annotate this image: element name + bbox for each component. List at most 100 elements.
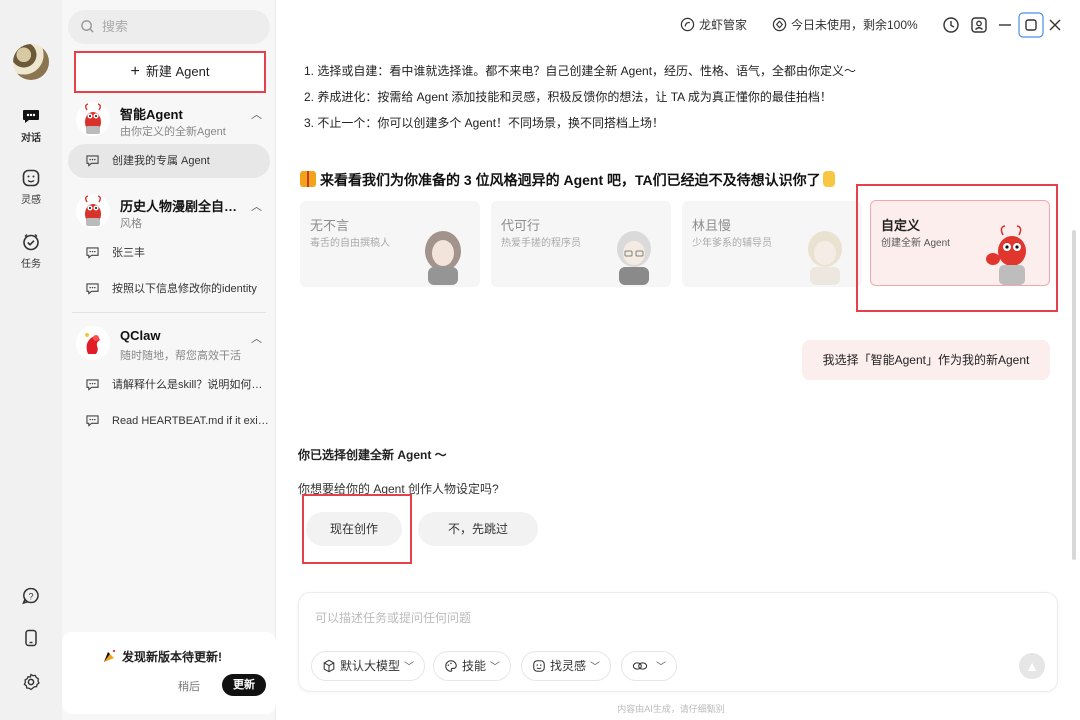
top-bar: 龙虾管家 今日未使用，剩余100%: [276, 0, 1080, 50]
user-badge-icon[interactable]: [968, 14, 990, 36]
agents-heading: 来看看我们为你准备的 3 位风格迥异的 Agent 吧，TA们已经迫不及待想认识…: [300, 170, 835, 190]
chevron-down-icon: ﹀: [590, 662, 601, 673]
party-horn-icon: [104, 649, 116, 662]
diamond-icon: [772, 17, 787, 32]
intro-item: 3. 不止一个：你可以创建多个 Agent！不同场景，换不同搭档上场！: [304, 116, 665, 130]
agent-card-name: 无不言: [310, 218, 350, 233]
message-composer[interactable]: 可以描述任务或提问任何问题 默认大模型 ﹀ 技能 ﹀ 找灵感 ﹀ ﹀ ▲: [298, 592, 1058, 692]
scrollbar[interactable]: [1072, 230, 1076, 560]
chevron-up-icon[interactable]: ︿: [251, 330, 262, 346]
check-circle-icon: [23, 234, 39, 251]
skills-select[interactable]: 技能 ﹀: [433, 651, 512, 681]
rail-label-tasks: 任务: [21, 259, 41, 270]
divider: [72, 312, 266, 313]
plus-icon: +: [130, 63, 140, 80]
skills-label: 技能: [462, 659, 487, 673]
update-card: 发现新版本待更新! 稍后 更新: [62, 632, 276, 714]
agent-group-name: 智能Agent: [120, 107, 183, 122]
chat-icon: [86, 415, 99, 427]
chat-bubble-icon: [23, 110, 39, 123]
chat-icon: [86, 379, 99, 391]
agent-portrait: [617, 231, 651, 285]
agent-group-smart: 智能Agent 由你定义的全新Agent ︿ 创建我的专属 Agent: [62, 98, 276, 180]
inspiration-select[interactable]: 找灵感 ﹀: [521, 651, 612, 681]
conversation-item[interactable]: 按照以下信息修改你的identity: [68, 272, 270, 306]
chevron-up-icon[interactable]: ︿: [251, 198, 262, 214]
agent-group-name: 历史人物漫剧全自动生成助手: [120, 199, 246, 214]
agent-card-desc: 毒舌的自由撰稿人: [310, 238, 390, 249]
conversation-item[interactable]: Read HEARTBEAT.md if it exists: [68, 404, 270, 438]
close-icon[interactable]: [1044, 14, 1066, 36]
user-avatar[interactable]: [13, 44, 49, 80]
agent-card-daikexing[interactable]: 代可行 热爱手搓的程序员: [491, 201, 671, 287]
skip-button[interactable]: 不，先跳过: [418, 512, 538, 546]
agent-portrait: [808, 231, 842, 285]
mobile-icon[interactable]: [21, 628, 41, 648]
arrow-up-icon: ▲: [1025, 658, 1039, 674]
rail-item-tasks[interactable]: 任务: [0, 232, 62, 270]
help-icon[interactable]: ?: [21, 586, 41, 606]
left-rail: 对话 灵感 任务 ?: [0, 0, 62, 720]
agent-card-name: 林且慢: [692, 218, 732, 233]
link-select[interactable]: ﹀: [621, 651, 677, 681]
link-icon: [632, 662, 648, 670]
update-title: 发现新版本待更新!: [122, 650, 222, 664]
user-message-bubble: 我选择「智能Agent」作为我的新Agent: [802, 340, 1050, 380]
ai-disclaimer: 内容由AI生成，请仔细甄别: [617, 704, 725, 714]
conversation-title: 张三丰: [112, 247, 145, 259]
agent-group-header[interactable]: 智能Agent 由你定义的全新Agent ︿: [62, 98, 276, 142]
conversation-title: 按照以下信息修改你的identity: [112, 283, 257, 295]
update-button[interactable]: 更新: [222, 674, 266, 696]
minimize-icon[interactable]: [994, 14, 1016, 36]
agent-group-history: 历史人物漫剧全自动生成助手 风格 ︿ 张三丰 按照以下信息修改你的identit…: [62, 190, 276, 319]
manager-button[interactable]: 龙虾管家: [680, 16, 747, 33]
history-clock-icon[interactable]: [940, 14, 962, 36]
new-agent-button[interactable]: + 新建 Agent: [74, 51, 266, 93]
send-button[interactable]: ▲: [1019, 653, 1045, 679]
chevron-up-icon[interactable]: ︿: [251, 106, 262, 122]
svg-text:?: ?: [28, 592, 33, 602]
chat-icon: [86, 247, 99, 259]
maximize-icon[interactable]: [1018, 12, 1044, 38]
bot-message-title: 你已选择创建全新 Agent 〜: [298, 448, 447, 462]
agent-card-desc: 热爱手搓的程序员: [501, 238, 581, 249]
chevron-down-icon: ﹀: [404, 662, 415, 673]
rail-item-chat[interactable]: 对话: [0, 106, 62, 144]
agent-card-name: 代可行: [501, 218, 541, 233]
usage-status[interactable]: 今日未使用，剩余100%: [772, 16, 918, 33]
qclaw-avatar: [76, 326, 110, 360]
rail-label-chat: 对话: [21, 133, 41, 144]
conversation-item[interactable]: 张三丰: [68, 236, 270, 270]
lobster-avatar: [76, 102, 110, 136]
agent-group-header[interactable]: 历史人物漫剧全自动生成助手 风格 ︿: [62, 190, 276, 234]
conversation-title: 请解释什么是skill？说明如何使用: [112, 379, 270, 391]
search-input[interactable]: 搜索: [68, 10, 270, 44]
manager-label: 龙虾管家: [699, 18, 748, 32]
intro-item: 2. 养成进化：按需给 Agent 添加技能和灵感，积极反馈你的想法，让 TA …: [304, 90, 832, 104]
conversation-item[interactable]: 创建我的专属 Agent: [68, 144, 270, 178]
model-select[interactable]: 默认大模型 ﹀: [311, 651, 426, 681]
chat-icon: [86, 155, 99, 167]
agent-group-subtitle: 风格: [120, 218, 142, 230]
conversation-item[interactable]: 请解释什么是skill？说明如何使用: [68, 368, 270, 402]
intro-list: 1. 选择或自建：看中谁就选择谁。都不来电？自己创建全新 Agent，经历、性格…: [304, 58, 856, 136]
rail-item-inspiration[interactable]: 灵感: [0, 168, 62, 206]
agents-heading-text: 来看看我们为你准备的 3 位风格迥异的 Agent 吧，TA们已经迫不及待想认识…: [320, 172, 821, 188]
conversation-title: 创建我的专属 Agent: [112, 155, 210, 167]
agent-group-header[interactable]: QClaw 随时随地，帮您高效干活 ︿: [62, 322, 276, 366]
gift-icon: [300, 171, 316, 187]
smile-face-icon: [22, 169, 40, 187]
usage-label: 今日未使用，剩余100%: [791, 18, 918, 32]
highlight-outline: [302, 494, 412, 564]
highlight-outline: [856, 184, 1058, 312]
agent-card-linqieman[interactable]: 林且慢 少年爹系的辅导员: [682, 201, 862, 287]
agent-card-wubuyan[interactable]: 无不言 毒舌的自由撰稿人: [300, 201, 480, 287]
chat-icon: [86, 283, 99, 295]
settings-icon[interactable]: [21, 672, 41, 692]
later-button[interactable]: 稍后: [178, 678, 200, 694]
intro-item: 1. 选择或自建：看中谁就选择谁。都不来电？自己创建全新 Agent，经历、性格…: [304, 64, 857, 78]
agent-group-qclaw: QClaw 随时随地，帮您高效干活 ︿ 请解释什么是skill？说明如何使用 R…: [62, 322, 276, 440]
agent-card-desc: 少年爹系的辅导员: [692, 238, 772, 249]
conversation-title: Read HEARTBEAT.md if it exists: [112, 415, 270, 427]
inspiration-label: 找灵感: [550, 659, 587, 673]
